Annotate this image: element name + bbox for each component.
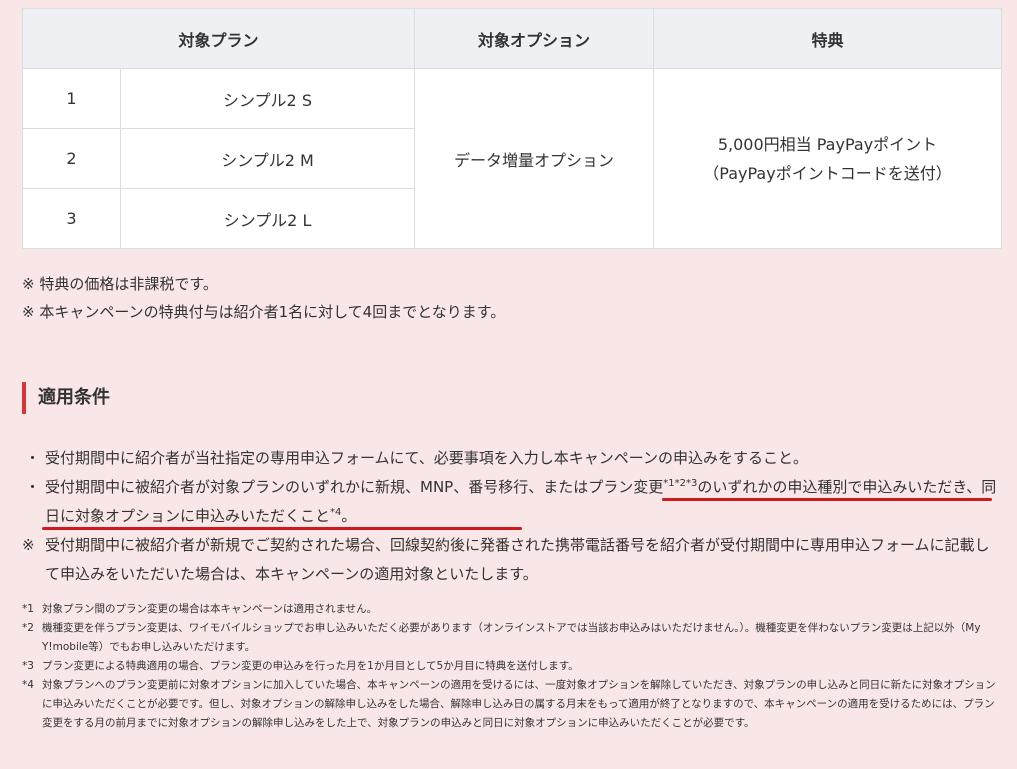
conditions-list: ・ 受付期間中に紹介者が当社指定の専用申込フォームにて、必要事項を入力し本キャン… [22,444,997,589]
list-item: ※ 受付期間中に被紹介者が新規でご契約された場合、回線契約後に発番された携帯電話… [22,531,997,589]
footnote-item: *3 プラン変更による特典適用の場合、プラン変更の申込みを行った月を1か月目とし… [22,657,1002,676]
header-option: 対象オプション [414,8,655,69]
list-item: ・ 受付期間中に被紹介者が対象プランのいずれかに新規、MNP、番号移行、またはプ… [22,473,997,531]
plan-table: 対象プラン 対象オプション 特典 1 シンプル2 S データ増量オプション 5,… [21,8,1003,249]
footnote-mark: *3 [22,660,34,672]
note-tax: ※ 特典の価格は非課税です。 [22,275,218,293]
plan-name: シンプル2 L [119,188,416,249]
bullet-mark: ・ [25,449,41,467]
footnotes: *1 対象プラン間のプラン変更の場合は本キャンペーンは適用されません。 *2 機… [22,600,1002,733]
plan-name: シンプル2 M [119,128,416,189]
plan-name: シンプル2 S [119,68,416,129]
plan-change-text: プラン変更 [588,478,664,496]
table-header-row: 対象プラン 対象オプション 特典 [21,8,1003,69]
condition-text-3: 受付期間中に被紹介者が新規でご契約された場合、回線契約後に発番された携帯電話番号… [45,536,990,583]
section-title: 適用条件 [22,382,110,414]
footnote-item: *4 対象プランへのプラン変更前に対象オプションに加入していた場合、本キャンペー… [22,676,1002,733]
bullet-mark: ・ [25,478,41,496]
footnote-mark: *1 [22,603,34,615]
footnote-ref-123: *1*2*3 [663,478,698,489]
footnote-item: *2 機種変更を伴うプラン変更は、ワイモバイルショップでお申し込みいただく必要が… [22,619,1002,657]
row-number: 3 [22,188,121,249]
footnote-ref-4: *4 [330,507,342,518]
benefit-line-1: 5,000円相当 PayPayポイント [717,134,938,154]
highlight-underline [42,527,522,530]
note-limit: ※ 本キャンペーンの特典付与は紹介者1名に対して4回までとなります。 [22,303,506,321]
footnote-text: 対象プランへのプラン変更前に対象オプションに加入していた場合、本キャンペーンの適… [42,679,996,729]
condition-text-2-post: 。 [341,507,357,525]
condition-text-2-pre: 受付期間中に被紹介者が対象プランのいずれかに新規、MNP、番号移行、または [45,478,589,496]
row-number: 1 [22,68,121,129]
list-item: ・ 受付期間中に紹介者が当社指定の専用申込フォームにて、必要事項を入力し本キャン… [22,444,997,473]
benefit-line-2: （PayPayポイントコードを送付） [703,163,952,183]
condition-text-1: 受付期間中に紹介者が当社指定の専用申込フォームにて、必要事項を入力し本キャンペー… [45,449,809,467]
footnote-text: 機種変更を伴うプラン変更は、ワイモバイルショップでお申し込みいただく必要がありま… [42,622,981,653]
footnote-item: *1 対象プラン間のプラン変更の場合は本キャンペーンは適用されません。 [22,600,1002,619]
benefit-cell: 5,000円相当 PayPayポイント （PayPayポイントコードを送付） [653,68,1003,249]
footnote-mark: *2 [22,622,34,634]
highlight-underline [662,498,992,501]
footnote-text: プラン変更による特典適用の場合、プラン変更の申込みを行った月を1か月目として5か… [42,660,579,672]
footnote-text: 対象プラン間のプラン変更の場合は本キャンペーンは適用されません。 [42,603,378,615]
footnote-mark: *4 [22,679,34,691]
row-number: 2 [22,128,121,189]
table-row: 1 シンプル2 S データ増量オプション 5,000円相当 PayPayポイント… [22,68,1003,249]
header-plan: 対象プラン [21,8,416,69]
table-notes: ※ 特典の価格は非課税です。 ※ 本キャンペーンの特典付与は紹介者1名に対して4… [22,270,505,326]
option-cell: データ増量オプション [414,68,655,249]
header-benefit: 特典 [653,8,1003,69]
note-mark: ※ [22,536,35,554]
